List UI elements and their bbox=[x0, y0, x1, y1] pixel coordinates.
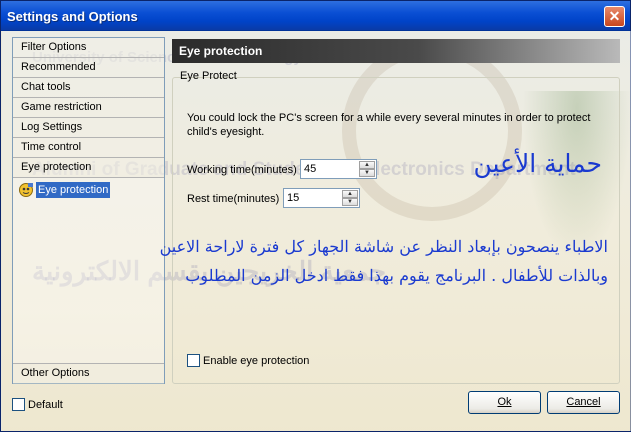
working-time-value: 45 bbox=[304, 163, 317, 175]
title-bar[interactable]: Settings and Options ✕ bbox=[1, 1, 630, 31]
nav-item-label: Other Options bbox=[21, 367, 90, 379]
working-time-stepper[interactable]: 45 ▲ ▼ bbox=[300, 159, 377, 179]
nav-item-chat-tools[interactable]: Chat tools bbox=[13, 78, 164, 98]
options-nav: Filter Options Recommended Chat tools Ga… bbox=[12, 37, 165, 384]
enable-eye-protection-label: Enable eye protection bbox=[203, 355, 310, 367]
nav-item-time-control[interactable]: Time control bbox=[13, 138, 164, 158]
description-text: You could lock the PC's screen for a whi… bbox=[187, 112, 591, 138]
spin-up-icon[interactable]: ▲ bbox=[342, 190, 358, 198]
rest-time-stepper[interactable]: 15 ▲ ▼ bbox=[283, 188, 360, 208]
rest-time-value: 15 bbox=[287, 192, 300, 204]
spin-down-icon[interactable]: ▼ bbox=[359, 169, 375, 177]
settings-window: Settings and Options ✕ Alumni of Graduat… bbox=[0, 0, 631, 432]
nav-subitem-eye-protection[interactable]: Eye protection bbox=[18, 181, 111, 199]
cancel-button[interactable]: Cancel bbox=[547, 391, 620, 414]
nav-subitem-label: Eye protection bbox=[36, 182, 111, 198]
group-title: Eye Protect bbox=[180, 70, 237, 82]
nav-item-log-settings[interactable]: Log Settings bbox=[13, 118, 164, 138]
default-label: Default bbox=[28, 399, 63, 411]
nav-item-game-restriction[interactable]: Game restriction bbox=[13, 98, 164, 118]
nav-item-label: Time control bbox=[21, 141, 82, 153]
rest-time-spin: ▲ ▼ bbox=[342, 190, 358, 206]
nav-item-label: Game restriction bbox=[21, 101, 102, 113]
nav-item-filter-options[interactable]: Filter Options bbox=[13, 38, 164, 58]
spin-down-icon[interactable]: ▼ bbox=[342, 198, 358, 206]
arabic-line-2: وبالذات للأطفال . البرنامج يقوم بهذا فقط… bbox=[185, 266, 608, 285]
window-title: Settings and Options bbox=[7, 9, 138, 24]
nav-item-label: Log Settings bbox=[21, 121, 83, 133]
close-button[interactable]: ✕ bbox=[604, 6, 625, 27]
nav-item-label: Eye protection bbox=[21, 161, 92, 173]
nav-item-other-options[interactable]: Other Options bbox=[13, 363, 164, 384]
working-time-label: Working time(minutes) bbox=[187, 164, 297, 176]
arabic-line-1: الاطباء ينصحون بإبعاد النظر عن شاشة الجه… bbox=[159, 237, 608, 256]
close-icon: ✕ bbox=[608, 8, 621, 24]
arabic-title: حماية الأعين bbox=[473, 149, 602, 178]
eye-protection-icon bbox=[18, 182, 34, 198]
nav-item-label: Recommended bbox=[21, 61, 96, 73]
working-time-spin: ▲ ▼ bbox=[359, 161, 375, 177]
panel-header: Eye protection bbox=[172, 39, 620, 63]
enable-eye-protection-checkbox[interactable] bbox=[187, 354, 200, 367]
ok-button[interactable]: Ok bbox=[468, 391, 541, 414]
default-checkbox[interactable] bbox=[12, 398, 25, 411]
cancel-label: Cancel bbox=[566, 396, 601, 408]
nav-item-eye-protection[interactable]: Eye protection bbox=[13, 158, 164, 178]
nav-item-label: Chat tools bbox=[21, 81, 71, 93]
ok-label: Ok bbox=[497, 396, 512, 408]
nav-item-recommended[interactable]: Recommended bbox=[13, 58, 164, 78]
spin-up-icon[interactable]: ▲ bbox=[359, 161, 375, 169]
nav-item-label: Filter Options bbox=[21, 41, 87, 53]
rest-time-label: Rest time(minutes) bbox=[187, 193, 280, 205]
